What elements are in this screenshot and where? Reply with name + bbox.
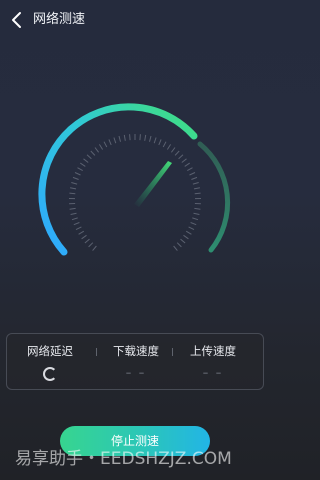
gauge-tick <box>170 147 176 153</box>
gauge-tick <box>73 222 80 226</box>
gauge-tick <box>77 167 83 172</box>
top-bar: 网络测速 <box>0 0 270 40</box>
gauge-tick <box>192 182 199 185</box>
back-button[interactable] <box>10 11 26 29</box>
watermark: 易享助手・EEDSHZJZ.COM <box>15 449 232 469</box>
metric-upload: 上传速度 – – <box>170 334 256 391</box>
gauge-tick <box>98 144 104 150</box>
gauge-tick <box>84 238 90 244</box>
speed-needle-icon <box>134 161 172 207</box>
metric-download-label: 下载速度 <box>113 344 159 358</box>
gauge-tick <box>173 245 178 251</box>
gauge-tick <box>180 238 186 244</box>
gauge-tick <box>86 154 92 160</box>
gauge-remaining-arc <box>197 141 231 253</box>
page-title: 网络测速 <box>33 12 86 27</box>
gauge-tick <box>183 234 189 240</box>
gauge-tick <box>75 226 82 231</box>
gauge-tick <box>118 135 121 142</box>
gauge-tick <box>187 167 193 172</box>
gauge-tick <box>176 242 182 248</box>
metric-upload-label: 上传速度 <box>190 344 236 358</box>
gauge-tick <box>83 158 89 163</box>
gauge-tick <box>193 212 200 215</box>
gauge-tick <box>94 147 99 153</box>
gauge-tick <box>69 207 76 210</box>
gauge-tick <box>70 187 77 190</box>
gauge-tick <box>191 176 198 180</box>
gauge-tick <box>80 162 86 167</box>
gauge-tick <box>181 158 187 163</box>
gauge-tick <box>88 242 94 248</box>
metric-latency: 网络延迟 <box>7 334 93 391</box>
chevron-left-icon <box>12 12 21 28</box>
gauge-tick <box>174 150 180 156</box>
gauge-active-arc <box>38 103 198 256</box>
gauge-tick <box>185 230 192 235</box>
gauge-tick <box>72 176 79 180</box>
gauge-tick <box>71 182 78 185</box>
gauge-tick <box>153 137 157 144</box>
metrics-panel: 网络延迟 下载速度 – – 上传速度 – – <box>6 333 264 390</box>
spinner-icon <box>43 367 57 381</box>
gauge-tick <box>192 217 199 221</box>
gauge-tick <box>166 144 172 150</box>
gauge-tick <box>162 141 167 148</box>
metric-download-value: – – <box>125 366 147 379</box>
metric-download: 下载速度 – – <box>93 334 179 391</box>
speed-gauge <box>38 103 231 256</box>
gauge-tick <box>74 172 81 176</box>
metric-latency-label: 网络延迟 <box>27 344 73 358</box>
gauge-tick <box>129 134 131 141</box>
gauge-tick <box>194 207 201 210</box>
gauge-tick <box>149 135 152 142</box>
gauge-tick <box>69 192 76 195</box>
gauge-tick <box>81 234 87 240</box>
gauge-tick <box>123 134 126 141</box>
gauge-tick <box>144 134 147 141</box>
gauge-tick <box>139 134 141 141</box>
gauge-tick <box>92 245 97 251</box>
gauge-tick <box>103 141 108 148</box>
gauge-tick <box>90 150 96 156</box>
gauge-tick <box>188 226 195 231</box>
gauge-tick <box>184 162 190 167</box>
gauge-tick <box>190 222 197 226</box>
gauge-tick <box>70 212 77 215</box>
gauge-tick <box>158 139 162 146</box>
metric-upload-value: – – <box>202 366 224 379</box>
gauge-tick <box>113 137 117 144</box>
gauge-tick <box>194 192 201 195</box>
gauge-ticks <box>68 134 202 251</box>
gauge-tick <box>189 172 196 176</box>
gauge-tick <box>178 154 184 160</box>
gauge-tick <box>71 217 78 221</box>
gauge-tick <box>108 139 112 146</box>
gauge-tick <box>78 230 85 235</box>
gauge-tick <box>193 187 200 190</box>
